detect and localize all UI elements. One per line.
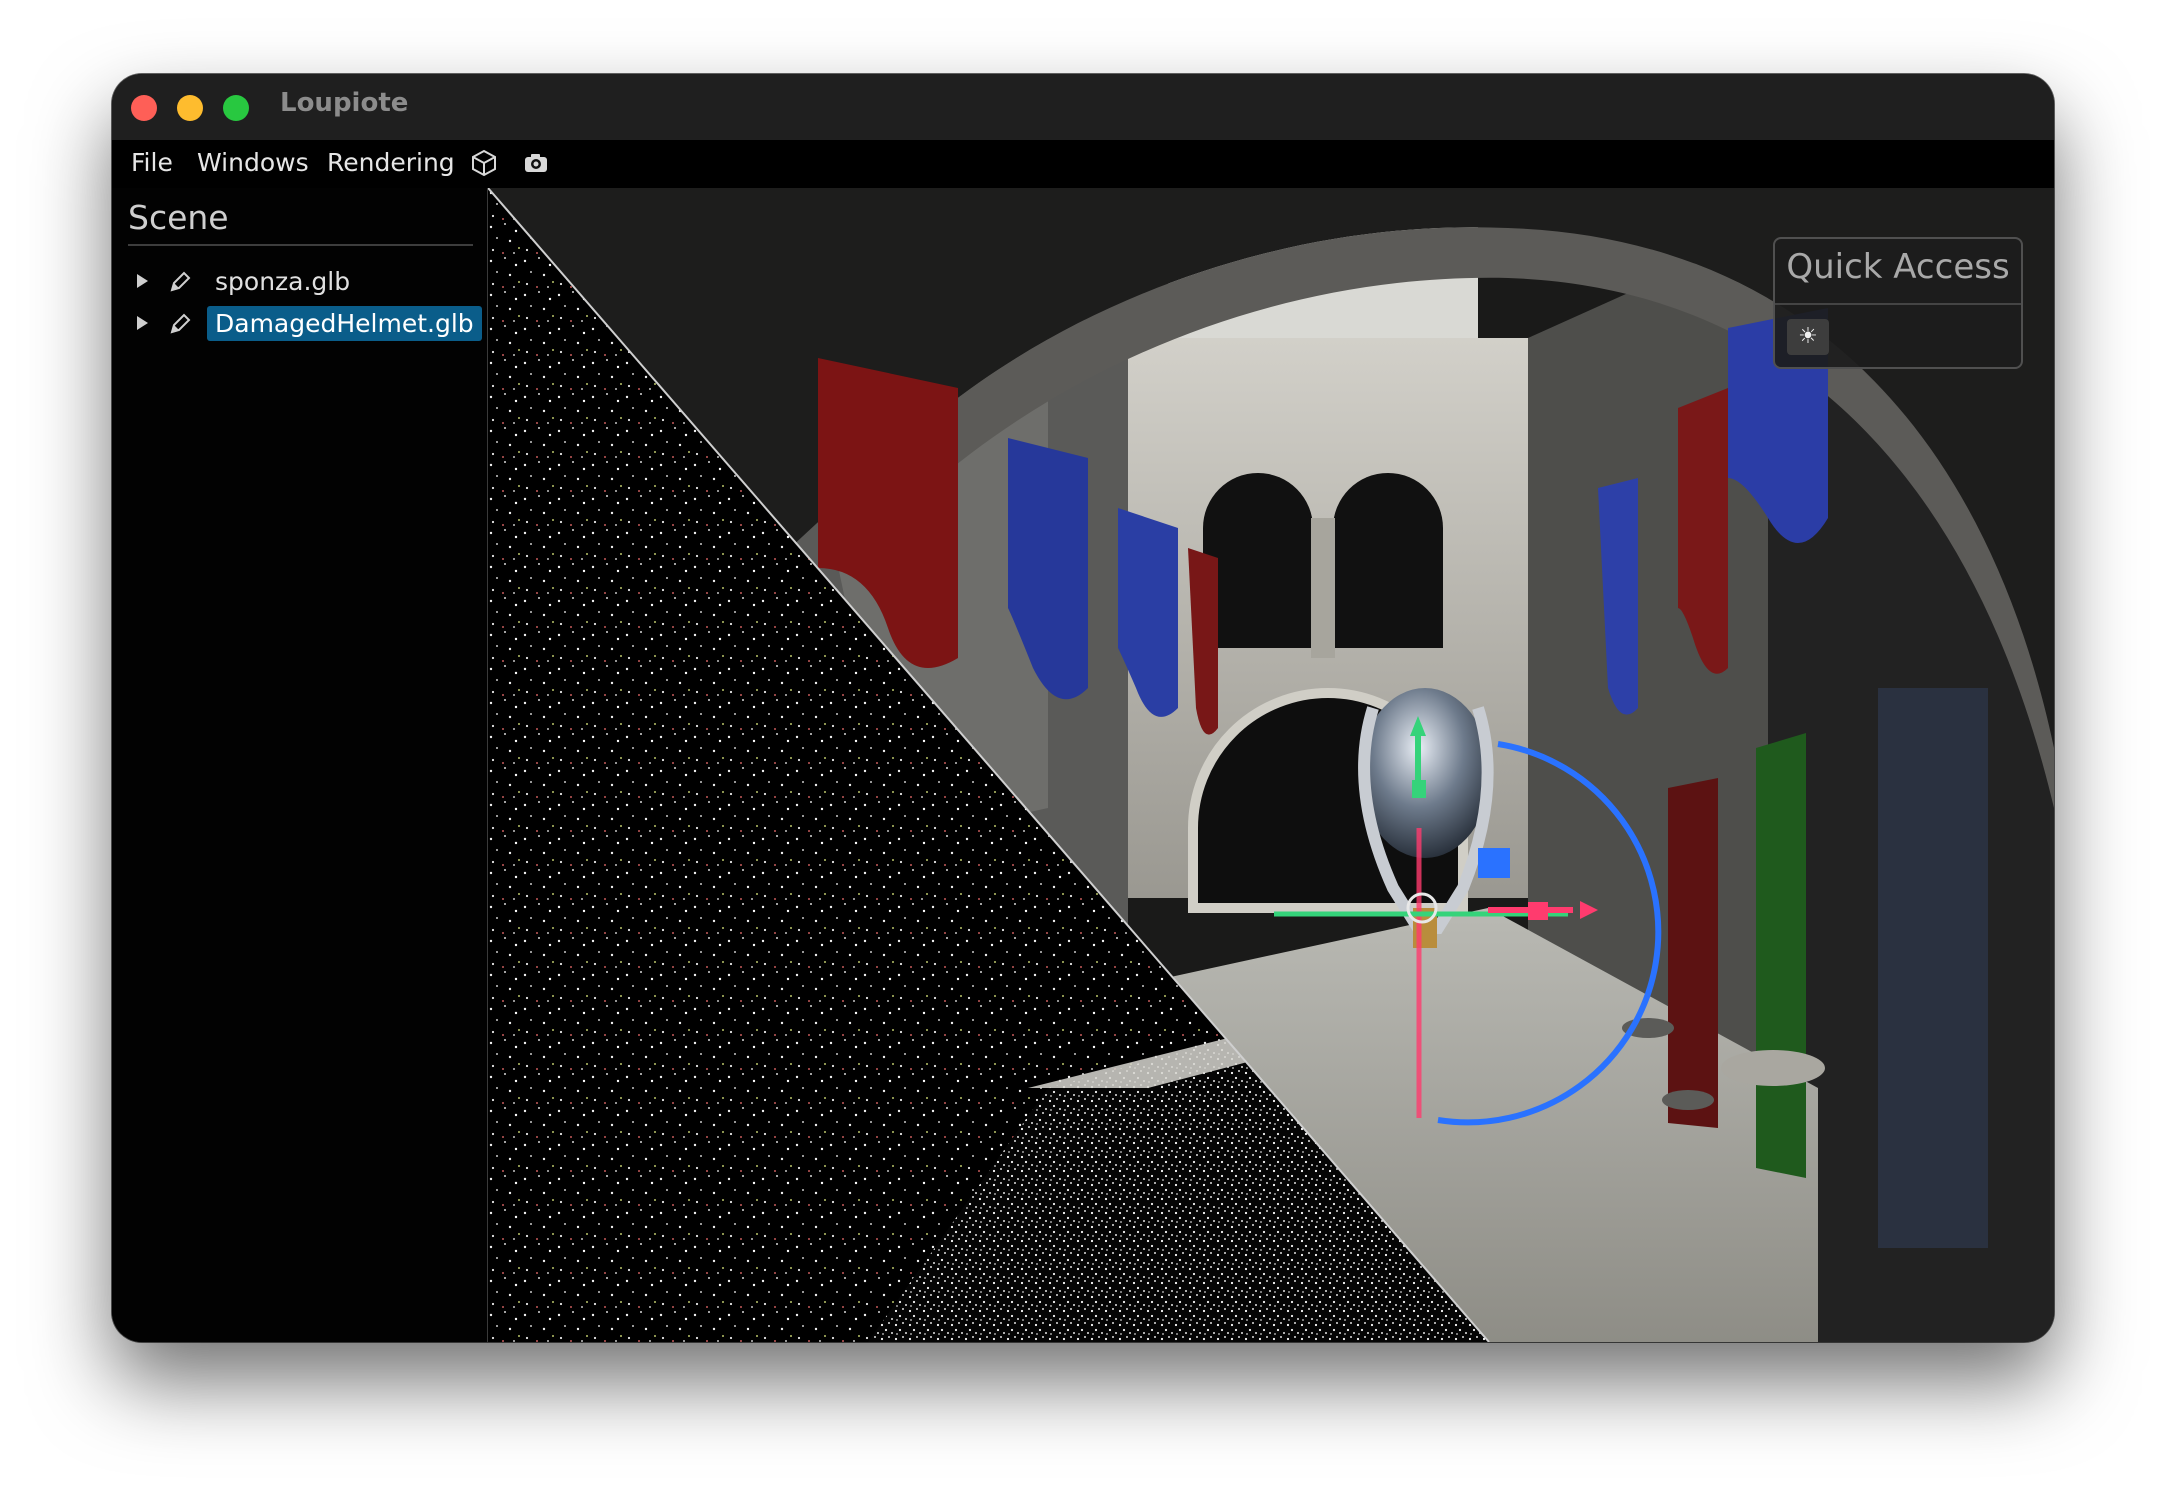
sun-icon[interactable]: ☀ [1787,319,1829,355]
menu-bar: File Windows Rendering [112,140,2054,189]
camera-icon[interactable] [521,148,551,178]
quick-access-divider [1775,303,2021,305]
scene-title: Scene [128,198,229,237]
close-button[interactable] [131,95,157,121]
pencil-icon [170,313,191,334]
title-bar[interactable]: Loupiote [112,74,2054,140]
expand-arrow-icon[interactable] [137,274,148,288]
menu-windows[interactable]: Windows [197,148,309,177]
scene-panel: Scene sponza.glb DamagedHelmet.glb [112,188,488,1342]
menu-rendering[interactable]: Rendering [327,148,455,177]
quick-access-panel: Quick Access ☀ [1773,237,2023,369]
tree-item-sponza[interactable]: sponza.glb [112,264,487,304]
tree-item-damagedhelmet[interactable]: DamagedHelmet.glb [112,306,487,346]
app-window: Loupiote File Windows Rendering Scene sp… [112,74,2054,1342]
maximize-button[interactable] [223,95,249,121]
scene-divider [128,244,473,246]
menu-file[interactable]: File [131,148,173,177]
pencil-icon [170,271,191,292]
cube-icon[interactable] [469,148,499,178]
window-title: Loupiote [280,88,409,118]
tree-item-label[interactable]: sponza.glb [207,264,358,299]
tree-item-label[interactable]: DamagedHelmet.glb [207,306,482,341]
quick-access-title: Quick Access [1786,247,2010,287]
minimize-button[interactable] [177,95,203,121]
expand-arrow-icon[interactable] [137,316,148,330]
